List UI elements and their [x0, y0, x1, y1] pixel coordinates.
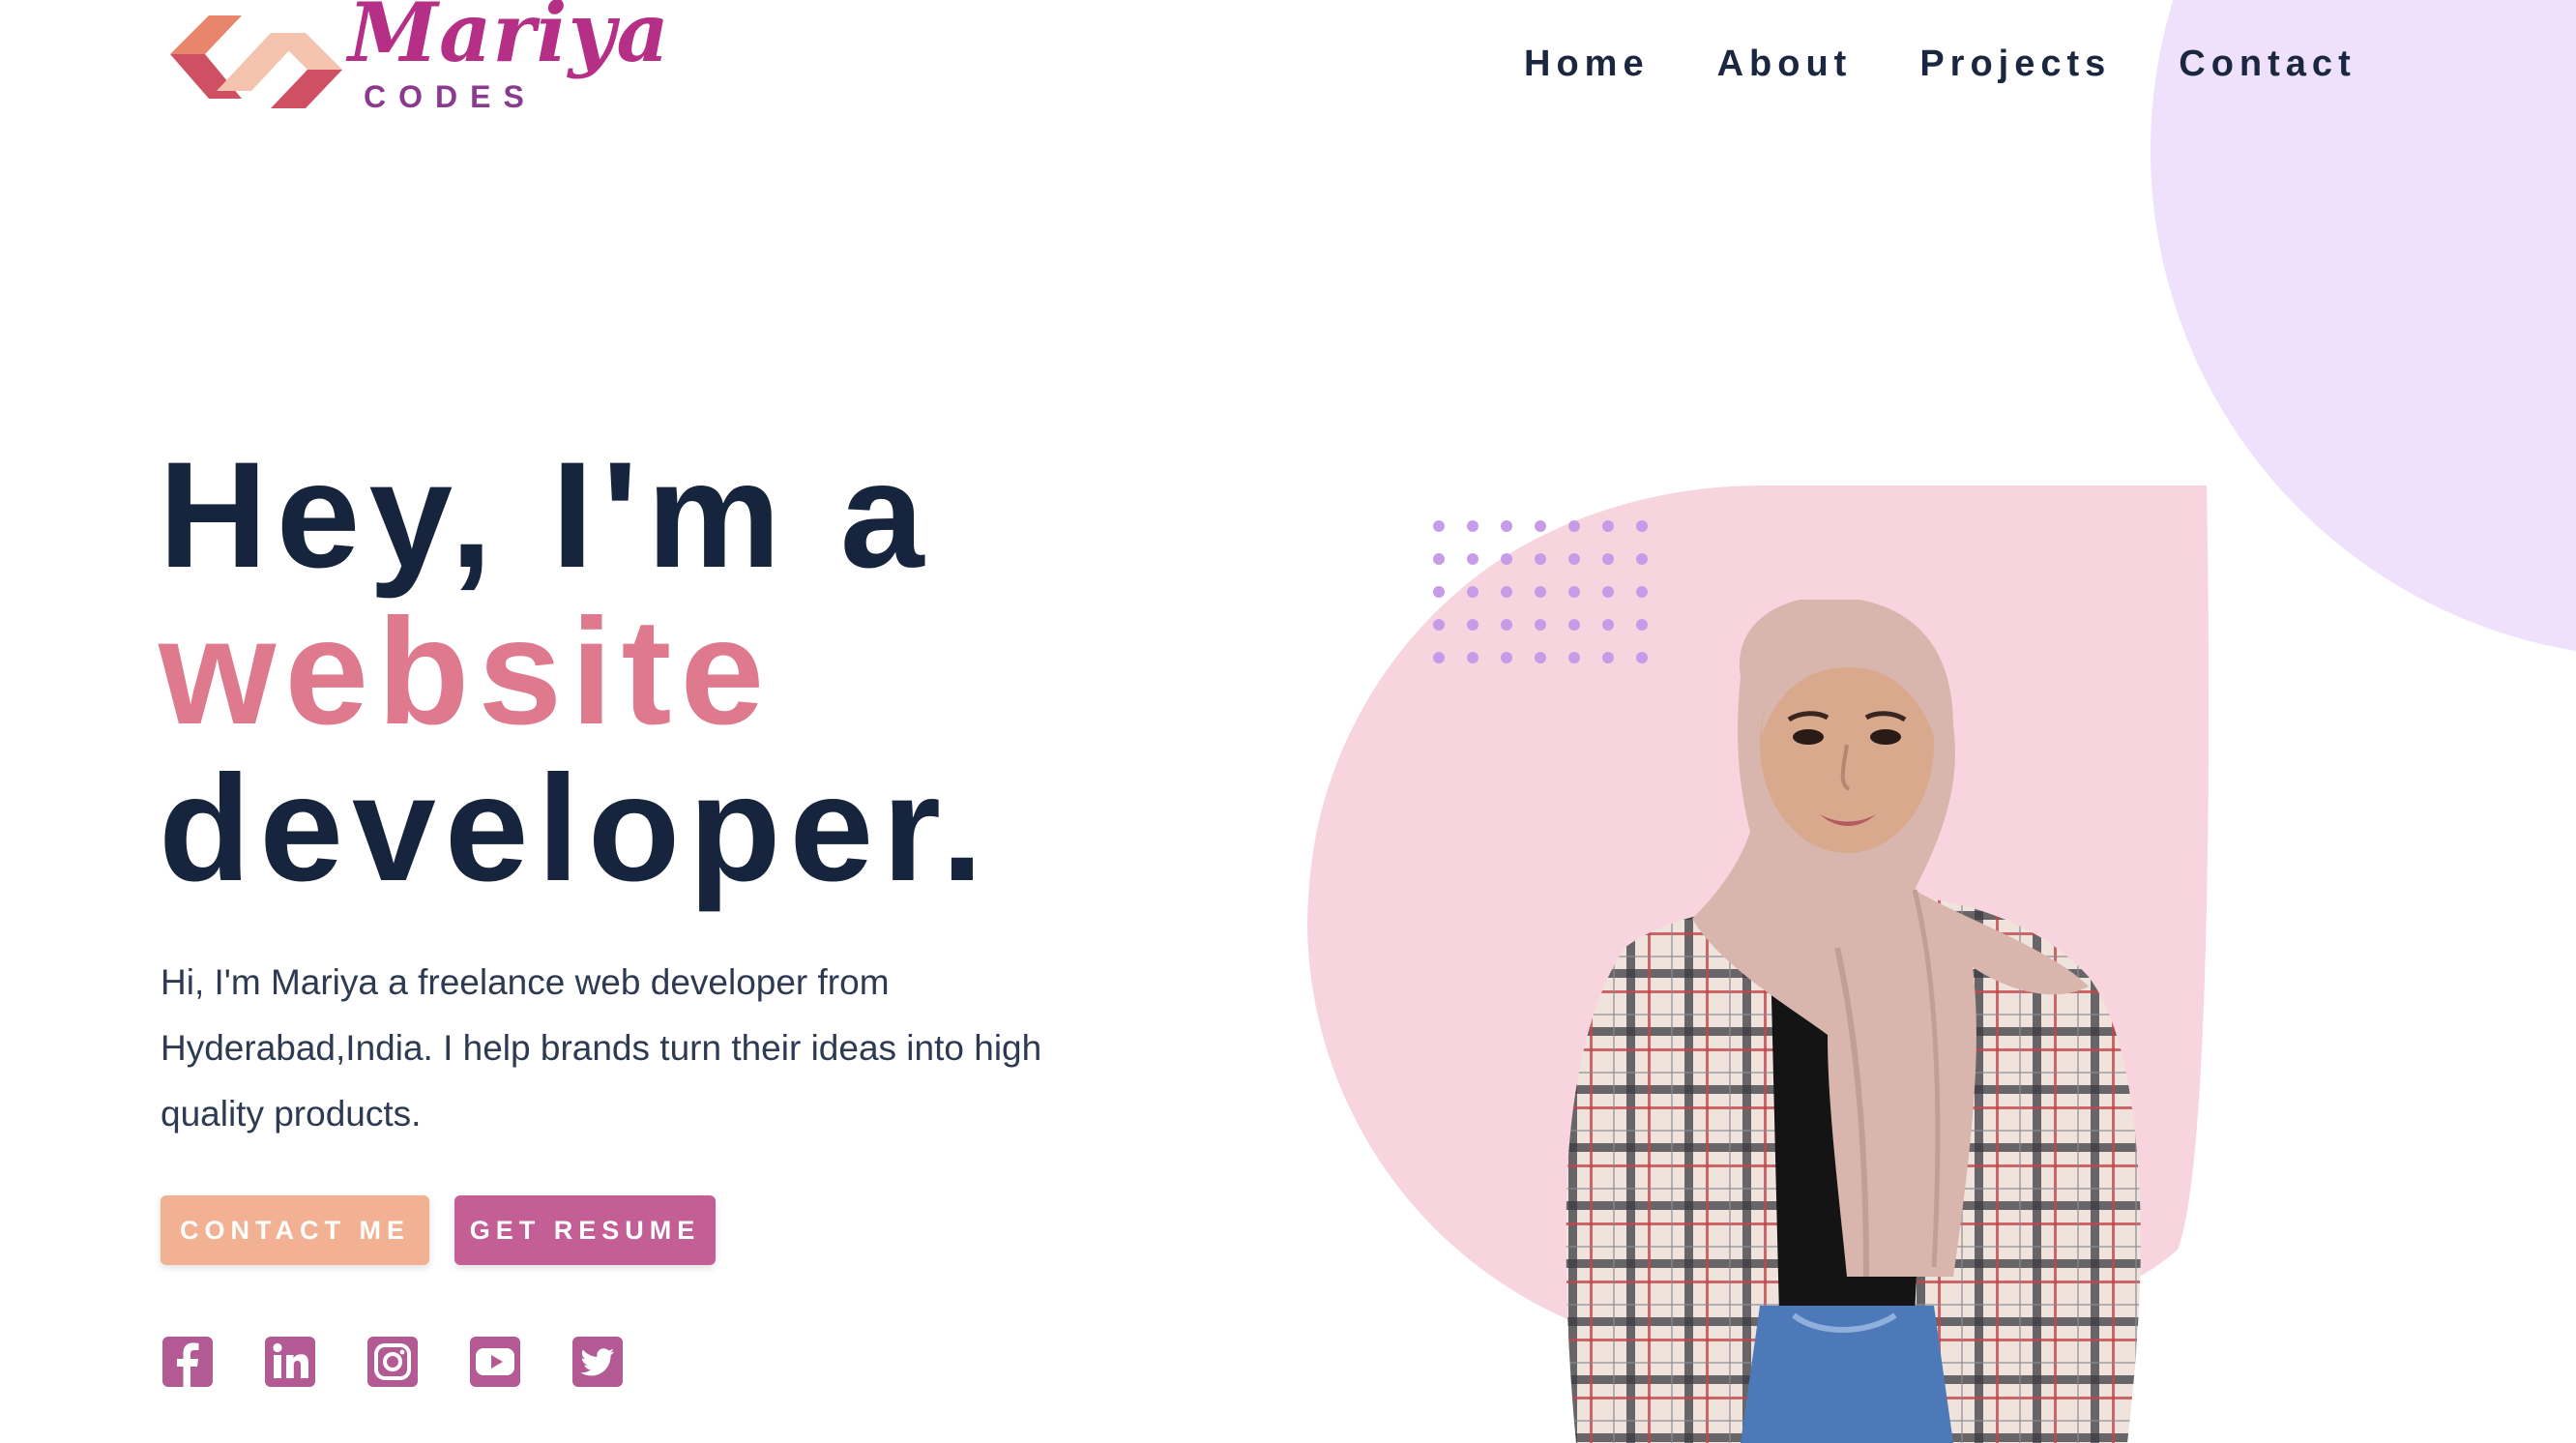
nav-contact[interactable]: Contact [2179, 41, 2356, 87]
twitter-icon [572, 1337, 623, 1387]
hero-title-line-3: developer. [159, 745, 992, 913]
social-links [162, 1337, 623, 1387]
main-nav: Home About Projects Contact [1524, 41, 2356, 87]
linkedin-link[interactable] [265, 1337, 315, 1387]
get-resume-button[interactable]: GET RESUME [454, 1195, 716, 1265]
facebook-icon [162, 1337, 213, 1387]
nav-about[interactable]: About [1717, 41, 1853, 87]
profile-photo [1566, 600, 2141, 1443]
logo-wordmark: Mariya [348, 0, 670, 80]
twitter-link[interactable] [572, 1337, 623, 1387]
hero-title: Hey, I'm a website developer. [159, 437, 992, 907]
youtube-icon [470, 1337, 520, 1387]
nav-home[interactable]: Home [1524, 41, 1650, 87]
linkedin-icon [265, 1337, 315, 1387]
page: Mariya CODES Home About Projects Contact… [0, 0, 2576, 1443]
instagram-link[interactable] [367, 1337, 418, 1387]
facebook-link[interactable] [162, 1337, 213, 1387]
instagram-icon [367, 1337, 418, 1387]
contact-me-button[interactable]: CONTACT ME [161, 1195, 429, 1265]
logo-tagline: CODES [364, 79, 537, 114]
hero-description: Hi, I'm Mariya a freelance web developer… [161, 962, 1042, 1134]
nav-projects[interactable]: Projects [1919, 41, 2111, 87]
brand-logo[interactable]: Mariya CODES [170, 0, 669, 118]
decorative-circle [2151, 0, 2576, 658]
hero-title-accent: website [159, 588, 774, 756]
logo-mark-icon [170, 15, 342, 108]
youtube-link[interactable] [470, 1337, 520, 1387]
hero-title-line-1: Hey, I'm a [159, 431, 933, 600]
